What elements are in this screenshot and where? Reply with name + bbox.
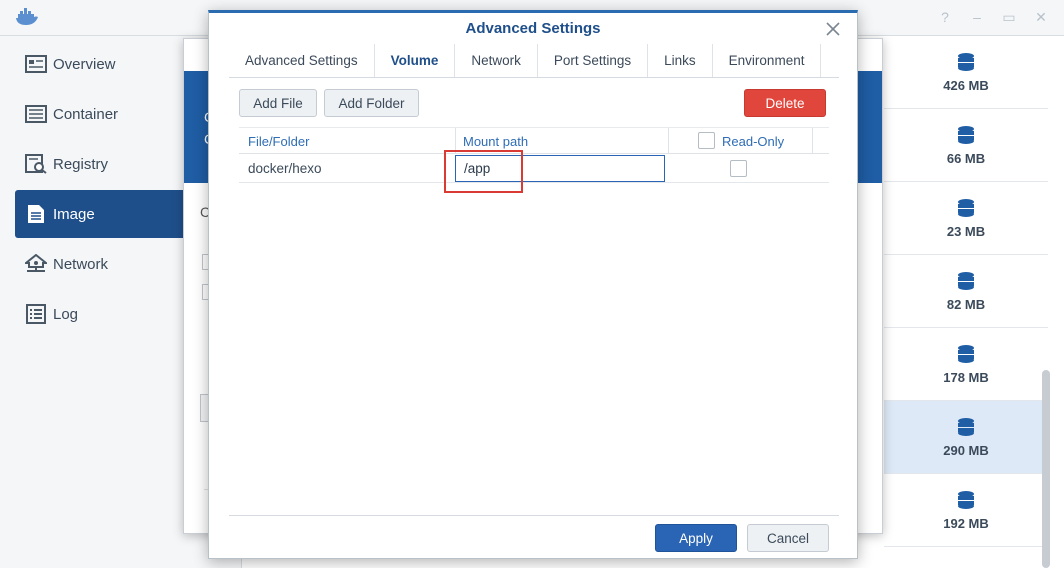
read-only-select-all-checkbox[interactable] xyxy=(698,132,715,149)
scrollbar[interactable] xyxy=(1042,370,1050,568)
list-item[interactable]: 66 MB xyxy=(884,109,1048,182)
sidebar-item-label: Image xyxy=(53,205,95,223)
file-folder-cell: docker/hexo xyxy=(248,160,322,176)
grid-header: File/Folder Mount path Read-Only xyxy=(239,127,829,154)
image-size: 178 MB xyxy=(943,369,989,385)
image-size: 66 MB xyxy=(946,150,986,166)
minimize-icon[interactable]: – xyxy=(968,9,986,26)
close-window-icon[interactable]: ✕ xyxy=(1032,9,1050,26)
sidebar-item-label: Overview xyxy=(53,55,116,73)
cancel-button[interactable]: Cancel xyxy=(747,524,829,552)
database-icon xyxy=(958,198,974,217)
table-row[interactable]: docker/hexo xyxy=(239,154,829,183)
docker-logo-icon xyxy=(16,8,38,25)
database-icon xyxy=(958,417,974,436)
database-icon xyxy=(958,344,974,363)
list-item[interactable]: 290 MB xyxy=(884,401,1048,474)
add-folder-button[interactable]: Add Folder xyxy=(324,89,419,117)
divider xyxy=(229,515,839,516)
list-item[interactable]: 178 MB xyxy=(884,328,1048,401)
image-size: 192 MB xyxy=(943,515,989,531)
dialog-title: Advanced Settings xyxy=(465,20,601,37)
delete-button[interactable]: Delete xyxy=(744,89,826,117)
database-icon xyxy=(958,271,974,290)
list-item[interactable]: 192 MB xyxy=(884,474,1048,547)
database-icon xyxy=(958,52,974,71)
log-icon xyxy=(25,303,47,325)
image-size: 426 MB xyxy=(943,77,989,93)
image-size: 23 MB xyxy=(946,223,986,239)
tab-volume[interactable]: Volume xyxy=(375,44,456,77)
tab-network[interactable]: Network xyxy=(455,44,538,77)
list-item[interactable]: 82 MB xyxy=(884,255,1048,328)
add-file-button[interactable]: Add File xyxy=(239,89,317,117)
container-icon xyxy=(25,103,47,125)
close-icon[interactable] xyxy=(823,19,843,39)
image-size-list: 426 MB 66 MB 23 MB 82 MB 178 MB 290 MB 1… xyxy=(884,36,1048,568)
database-icon xyxy=(958,490,974,509)
apply-button[interactable]: Apply xyxy=(655,524,737,552)
highlight-annotation xyxy=(444,150,523,193)
read-only-checkbox[interactable] xyxy=(730,160,747,177)
database-icon xyxy=(958,125,974,144)
tab-links[interactable]: Links xyxy=(648,44,713,77)
image-icon xyxy=(25,203,47,225)
image-size: 82 MB xyxy=(946,296,986,312)
column-header-file-folder[interactable]: File/Folder xyxy=(248,128,309,154)
network-icon xyxy=(25,253,47,275)
window-controls: ? – ▭ ✕ xyxy=(936,9,1050,26)
registry-icon xyxy=(25,153,47,175)
maximize-icon[interactable]: ▭ xyxy=(1000,9,1018,26)
column-divider xyxy=(812,128,813,154)
help-icon[interactable]: ? xyxy=(936,9,954,26)
image-size: 290 MB xyxy=(943,442,989,458)
list-item[interactable]: 23 MB xyxy=(884,182,1048,255)
overview-icon xyxy=(25,53,47,75)
sidebar-item-label: Network xyxy=(53,255,109,273)
sidebar-item-label: Registry xyxy=(53,155,109,173)
sidebar-item-label: Container xyxy=(53,105,119,123)
list-item[interactable]: 426 MB xyxy=(884,36,1048,109)
column-divider xyxy=(668,128,669,154)
tab-bar: Advanced Settings Volume Network Port Se… xyxy=(229,44,839,78)
advanced-settings-dialog: Advanced Settings Advanced Settings Volu… xyxy=(208,10,858,559)
tab-port-settings[interactable]: Port Settings xyxy=(538,44,649,77)
tab-environment[interactable]: Environment xyxy=(713,44,822,77)
tab-advanced-settings[interactable]: Advanced Settings xyxy=(229,44,375,77)
sidebar-item-label: Log xyxy=(53,305,79,323)
column-header-read-only[interactable]: Read-Only xyxy=(722,128,784,154)
